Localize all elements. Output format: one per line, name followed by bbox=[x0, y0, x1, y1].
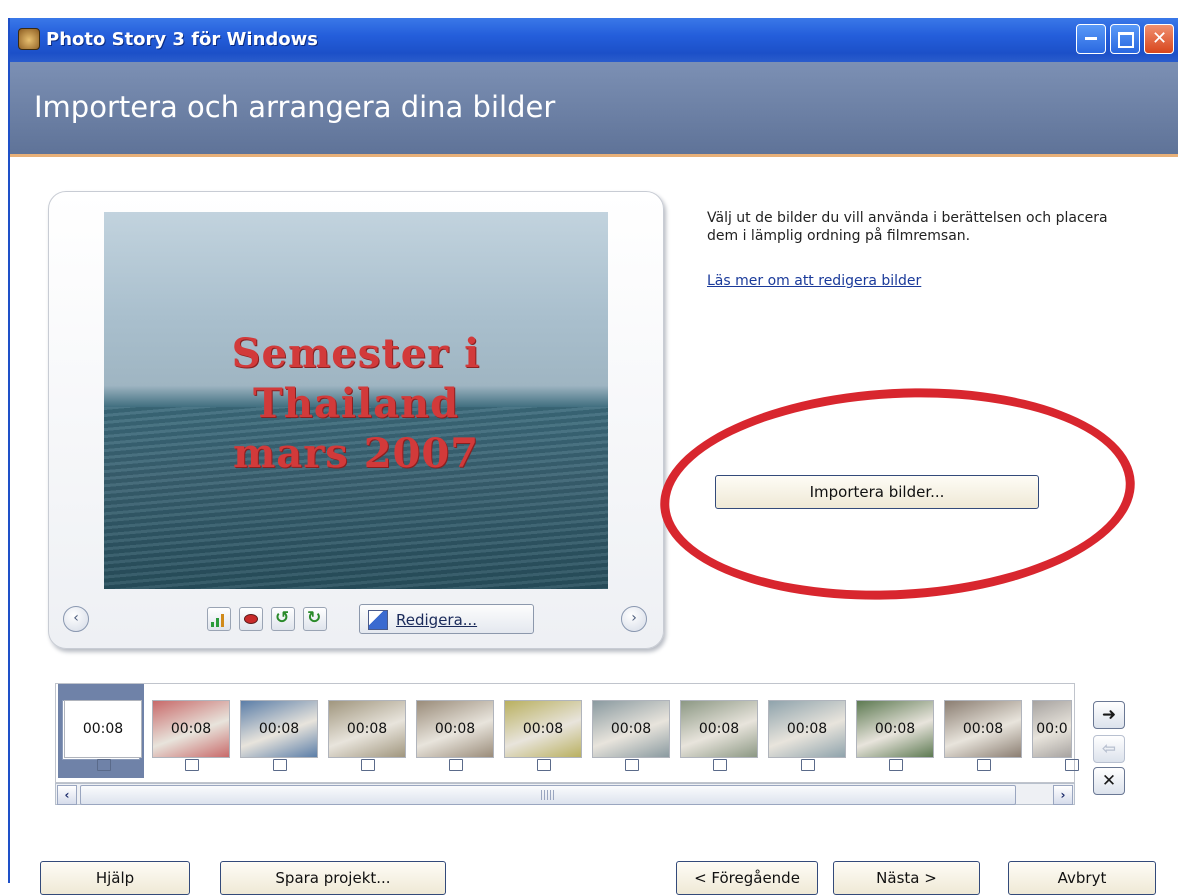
filmstrip-thumb[interactable]: 00:08 bbox=[416, 700, 494, 758]
page-header: Importera och arrangera dina bilder bbox=[10, 62, 1178, 157]
thumb-duration: 00:08 bbox=[82, 721, 124, 737]
learn-more-link[interactable]: Läs mer om att redigera bilder bbox=[707, 273, 921, 289]
photo-caption-line: Thailand bbox=[252, 380, 460, 427]
maximize-button[interactable] bbox=[1110, 24, 1140, 54]
edit-icon bbox=[368, 610, 388, 630]
transition-icon[interactable] bbox=[625, 759, 639, 771]
page-title: Importera och arrangera dina bilder bbox=[34, 90, 556, 124]
title-bar: Photo Story 3 för Windows ✕ bbox=[10, 18, 1178, 62]
thumb-duration: 00:08 bbox=[698, 721, 740, 737]
delete-picture-button[interactable]: ✕ bbox=[1093, 767, 1125, 795]
move-left-button[interactable]: ⇦ bbox=[1093, 735, 1125, 763]
thumb-duration: 00:08 bbox=[874, 721, 916, 737]
cancel-button[interactable]: Avbryt bbox=[1008, 861, 1156, 895]
next-photo-button[interactable]: › bbox=[621, 606, 647, 632]
levels-icon[interactable] bbox=[207, 607, 231, 631]
photo-caption-line: Semester i bbox=[231, 330, 481, 377]
app-window: Photo Story 3 för Windows ✕ Importera oc… bbox=[8, 18, 1178, 895]
previous-button[interactable]: < Föregående bbox=[676, 861, 818, 895]
preview-panel: Semester i Thailand mars 2007 ‹ › ↺ ↻ Re… bbox=[48, 191, 664, 649]
thumb-duration: 00:08 bbox=[346, 721, 388, 737]
transition-icon[interactable] bbox=[361, 759, 375, 771]
thumb-duration: 00:08 bbox=[522, 721, 564, 737]
thumb-duration: 00:08 bbox=[258, 721, 300, 737]
transition-icon[interactable] bbox=[1065, 759, 1079, 771]
red-eye-icon[interactable] bbox=[239, 607, 263, 631]
move-right-button[interactable]: ➜ bbox=[1093, 701, 1125, 729]
edit-label: Redigera... bbox=[396, 611, 478, 629]
help-button[interactable]: Hjälp bbox=[40, 861, 190, 895]
thumb-duration: 00:08 bbox=[786, 721, 828, 737]
transition-icon[interactable] bbox=[713, 759, 727, 771]
thumb-duration: 00:08 bbox=[610, 721, 652, 737]
filmstrip-thumb[interactable]: 00:08 bbox=[592, 700, 670, 758]
close-icon: ✕ bbox=[1152, 28, 1168, 49]
filmstrip-thumb[interactable]: 00:08 bbox=[944, 700, 1022, 758]
next-button[interactable]: Nästa > bbox=[833, 861, 980, 895]
app-icon bbox=[18, 28, 40, 50]
scroll-thumb[interactable] bbox=[80, 785, 1016, 805]
main-content: Semester i Thailand mars 2007 ‹ › ↺ ↻ Re… bbox=[10, 157, 1178, 895]
filmstrip-thumb[interactable]: 00:08 bbox=[856, 700, 934, 758]
filmstrip-thumb[interactable]: 00:08 bbox=[64, 700, 142, 758]
thumb-duration: 00:08 bbox=[434, 721, 476, 737]
transition-icon[interactable] bbox=[185, 759, 199, 771]
transition-icon[interactable] bbox=[449, 759, 463, 771]
transition-icon[interactable] bbox=[97, 759, 111, 771]
filmstrip-thumb[interactable]: 00:08 bbox=[240, 700, 318, 758]
filmstrip-thumb[interactable]: 00:08 bbox=[504, 700, 582, 758]
transition-icon[interactable] bbox=[977, 759, 991, 771]
photo-caption-line: mars 2007 bbox=[232, 430, 480, 477]
close-button[interactable]: ✕ bbox=[1144, 24, 1174, 54]
save-project-button[interactable]: Spara projekt... bbox=[220, 861, 446, 895]
transition-icon[interactable] bbox=[801, 759, 815, 771]
thumb-duration: 00:08 bbox=[170, 721, 212, 737]
filmstrip-thumb[interactable]: 00:08 bbox=[328, 700, 406, 758]
scroll-left-button[interactable]: ‹ bbox=[57, 785, 77, 805]
edit-button[interactable]: Redigera... bbox=[359, 604, 534, 634]
scroll-right-button[interactable]: › bbox=[1053, 785, 1073, 805]
preview-photo: Semester i Thailand mars 2007 bbox=[104, 212, 608, 589]
thumb-duration: 00:0 bbox=[1036, 721, 1068, 737]
transition-icon[interactable] bbox=[273, 759, 287, 771]
filmstrip-thumb[interactable]: 00:08 bbox=[152, 700, 230, 758]
filmstrip-scrollbar[interactable]: ‹ › bbox=[55, 783, 1075, 805]
import-pictures-button[interactable]: Importera bilder... bbox=[715, 475, 1039, 509]
filmstrip-thumb[interactable]: 00:08 bbox=[768, 700, 846, 758]
previous-photo-button[interactable]: ‹ bbox=[63, 606, 89, 632]
minimize-button[interactable] bbox=[1076, 24, 1106, 54]
rotate-right-icon[interactable]: ↻ bbox=[303, 607, 327, 631]
rotate-left-icon[interactable]: ↺ bbox=[271, 607, 295, 631]
transition-icon[interactable] bbox=[889, 759, 903, 771]
filmstrip-thumb[interactable]: 00:08 bbox=[680, 700, 758, 758]
window-title: Photo Story 3 för Windows bbox=[46, 29, 318, 50]
instructions-text: Välj ut de bilder du vill använda i berä… bbox=[707, 210, 1108, 244]
filmstrip-thumb[interactable]: 00:0 bbox=[1032, 700, 1072, 758]
filmstrip[interactable]: 00:08 00:08 00:08 00:08 00:08 00:08 00:08 00:08… bbox=[55, 683, 1079, 783]
transition-icon[interactable] bbox=[537, 759, 551, 771]
thumb-duration: 00:08 bbox=[962, 721, 1004, 737]
